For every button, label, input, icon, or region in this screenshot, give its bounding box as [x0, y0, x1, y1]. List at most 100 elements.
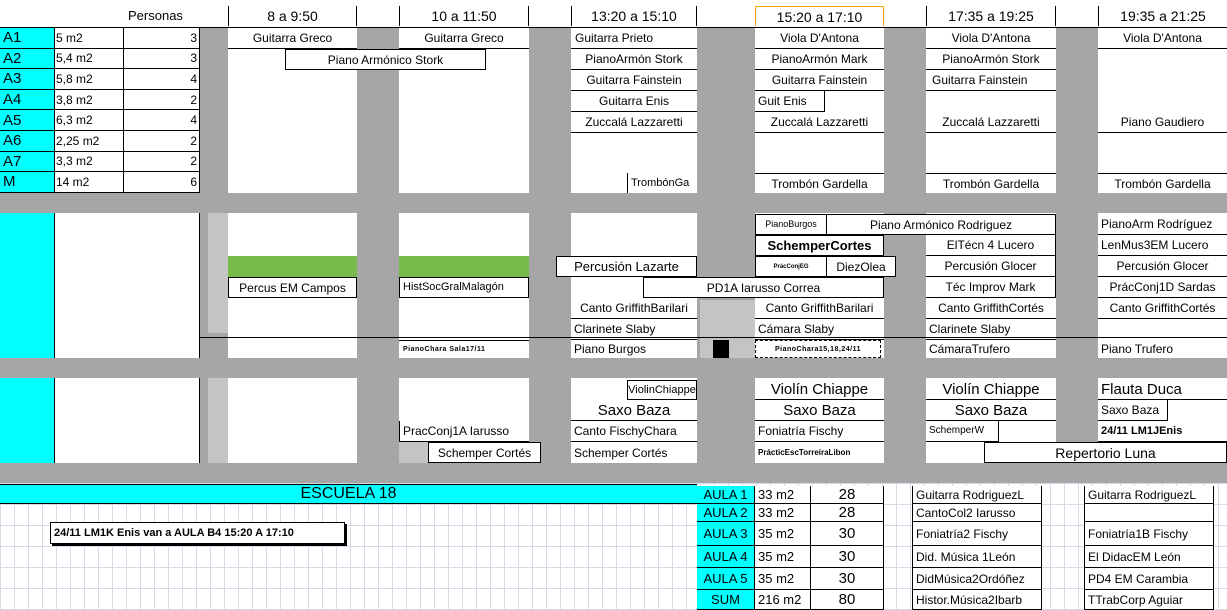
class-cell[interactable]: Saxo Baza: [926, 400, 1056, 421]
class-cell[interactable]: Violín Chiappe: [926, 379, 1056, 400]
class-cell[interactable]: PracConj1A Iarusso: [399, 421, 529, 442]
class-cell[interactable]: PianoArmón Stork: [571, 49, 697, 70]
class-cell[interactable]: Canto FischyChara: [571, 421, 697, 442]
class-cell[interactable]: Guit Enis: [755, 91, 825, 112]
class-cell[interactable]: TrombónGa: [627, 173, 697, 193]
class-cell[interactable]: Foniatría2 Fischy: [912, 522, 1042, 546]
room-name[interactable]: A4: [0, 90, 54, 111]
class-cell[interactable]: PianoArmón Stork: [926, 49, 1056, 70]
room-size: 6,3 m2: [54, 110, 124, 131]
class-cell[interactable]: Canto GriffithBarilari: [571, 298, 697, 319]
class-cell[interactable]: Piano Gaudiero: [1098, 112, 1227, 133]
class-cell[interactable]: PrácConjEG: [755, 256, 827, 277]
class-cell[interactable]: Guitarra Fainstein: [926, 70, 1056, 91]
escuela-title: ESCUELA 18: [0, 484, 697, 504]
slot-header: 15:20 a 17:10: [755, 6, 884, 26]
class-cell[interactable]: Violín Chiappe: [755, 379, 884, 400]
room-name[interactable]: A6: [0, 131, 54, 152]
class-cell[interactable]: Foniatría Fischy: [755, 421, 884, 442]
class-cell[interactable]: Trombón Gardella: [926, 173, 1056, 193]
class-cell[interactable]: PrácticEscTorreiraLibon: [755, 442, 884, 463]
aula-name[interactable]: AULA 5: [697, 568, 755, 590]
class-cell[interactable]: PianoChara15,18,24/11: [755, 340, 881, 358]
class-cell[interactable]: Trombón Gardella: [1098, 173, 1227, 193]
aula-name[interactable]: AULA 4: [697, 546, 755, 568]
room-name[interactable]: A2: [0, 49, 54, 70]
aula-name[interactable]: AULA 1: [697, 486, 755, 504]
class-cell[interactable]: PrácConj1D Sardas: [1098, 277, 1227, 298]
class-cell[interactable]: PianoArmón Mark: [755, 49, 884, 70]
class-cell[interactable]: Guitarra Fainstein: [755, 70, 884, 91]
aula-name[interactable]: AULA 3: [697, 522, 755, 546]
class-cell[interactable]: Piano Burgos: [571, 340, 697, 358]
class-cell[interactable]: Repertorio Luna: [984, 442, 1227, 463]
aula-name[interactable]: AULA 2: [697, 504, 755, 522]
class-cell[interactable]: SchemperW: [926, 421, 999, 442]
class-cell[interactable]: PianoChara Sala17/11: [399, 340, 529, 358]
slot-header: 8 a 9:50: [228, 6, 357, 26]
class-cell[interactable]: Percusión Glocer: [1098, 256, 1227, 277]
class-cell[interactable]: Did. Música 1León: [912, 546, 1042, 568]
class-cell[interactable]: Zuccalá Lazzaretti: [755, 112, 884, 133]
class-cell[interactable]: Percusión Lazarte: [556, 256, 697, 277]
class-cell[interactable]: [1084, 504, 1214, 522]
class-cell[interactable]: Viola D'Antona: [1098, 28, 1227, 49]
class-cell[interactable]: Piano Armónico Stork: [285, 49, 486, 70]
class-cell[interactable]: PD4 EM Carambia: [1084, 568, 1214, 590]
gray-column: [884, 0, 926, 470]
room-name[interactable]: A7: [0, 152, 54, 173]
class-cell[interactable]: Viola D'Antona: [926, 28, 1056, 49]
class-cell[interactable]: TTrabCorp Aguiar: [1084, 590, 1214, 610]
spreadsheet[interactable]: Personas 8 a 9:50 10 a 11:50 13:20 a 15:…: [0, 0, 1227, 610]
class-cell[interactable]: Percusión Glocer: [926, 256, 1056, 277]
class-cell[interactable]: Foniatría1B Fischy: [1084, 522, 1214, 546]
class-cell[interactable]: ViolinChiappe: [627, 380, 697, 400]
class-cell[interactable]: Canto GriffithCortés: [926, 298, 1056, 319]
class-cell[interactable]: Zuccalá Lazzaretti: [926, 112, 1056, 133]
class-cell[interactable]: Schemper Cortés: [428, 442, 541, 463]
class-cell[interactable]: PD1A Iarusso Correa: [643, 277, 884, 298]
class-cell[interactable]: Guitarra Prieto: [571, 28, 697, 49]
class-cell[interactable]: Saxo Baza: [571, 400, 697, 421]
class-cell[interactable]: CámaraTrufero: [926, 340, 1056, 358]
class-cell[interactable]: Guitarra RodriguezL: [912, 486, 1042, 504]
class-cell[interactable]: PianoArm Rodríguez: [1098, 214, 1227, 235]
class-cell[interactable]: Trombón Gardella: [755, 173, 884, 193]
class-cell[interactable]: PianoBurgos: [755, 214, 827, 235]
room-size: 3,8 m2: [54, 89, 124, 111]
room-name[interactable]: A1: [0, 28, 54, 49]
class-cell[interactable]: Viola D'Antona: [755, 28, 884, 49]
class-cell[interactable]: DiezOlea: [826, 256, 896, 277]
class-cell[interactable]: HistSocGralMalagón: [399, 277, 529, 298]
class-cell[interactable]: Canto GriffithBarilari: [755, 298, 884, 319]
class-cell[interactable]: Guitarra Greco: [228, 28, 357, 49]
class-cell[interactable]: SchemperCortes: [755, 235, 884, 256]
class-cell[interactable]: Histor.Música2Ibarb: [912, 590, 1042, 610]
class-cell[interactable]: Piano Trufero: [1098, 340, 1227, 358]
class-cell[interactable]: Zuccalá Lazzaretti: [571, 112, 697, 133]
class-cell[interactable]: 24/11 LM1JEnis: [1098, 421, 1227, 442]
slot-header: 13:20 a 15:10: [571, 6, 697, 26]
class-cell[interactable]: Saxo Baza: [755, 400, 884, 421]
class-cell[interactable]: Guitarra Fainstein: [571, 70, 697, 91]
class-cell[interactable]: LenMus3EM Lucero: [1098, 235, 1227, 256]
aula-capacity: 30: [811, 546, 884, 568]
room-name[interactable]: A3: [0, 69, 54, 90]
class-cell[interactable]: El DidacEM León: [1084, 546, 1214, 568]
aula-name[interactable]: SUM: [697, 590, 755, 610]
class-cell[interactable]: Schemper Cortés: [571, 442, 697, 463]
class-cell[interactable]: Piano Armónico Rodriguez: [826, 214, 1056, 235]
class-cell[interactable]: Guitarra Enis: [571, 91, 697, 112]
room-name[interactable]: A5: [0, 110, 54, 131]
class-cell[interactable]: Percus EM Campos: [228, 277, 357, 298]
class-cell[interactable]: Flauta Duca: [1098, 379, 1227, 400]
room-name[interactable]: M: [0, 172, 54, 193]
class-cell[interactable]: Saxo Baza: [1098, 400, 1168, 421]
class-cell[interactable]: CantoCol2 Iarusso: [912, 504, 1042, 522]
class-cell[interactable]: Guitarra Greco: [399, 28, 529, 49]
class-cell[interactable]: Canto GriffithCortés: [1098, 298, 1227, 319]
class-cell[interactable]: ElTécn 4 Lucero: [926, 235, 1056, 256]
class-cell[interactable]: Téc Improv Mark: [926, 277, 1056, 298]
class-cell[interactable]: Guitarra RodriguezL: [1084, 486, 1214, 504]
class-cell[interactable]: DidMúsica2Ordóñez: [912, 568, 1042, 590]
